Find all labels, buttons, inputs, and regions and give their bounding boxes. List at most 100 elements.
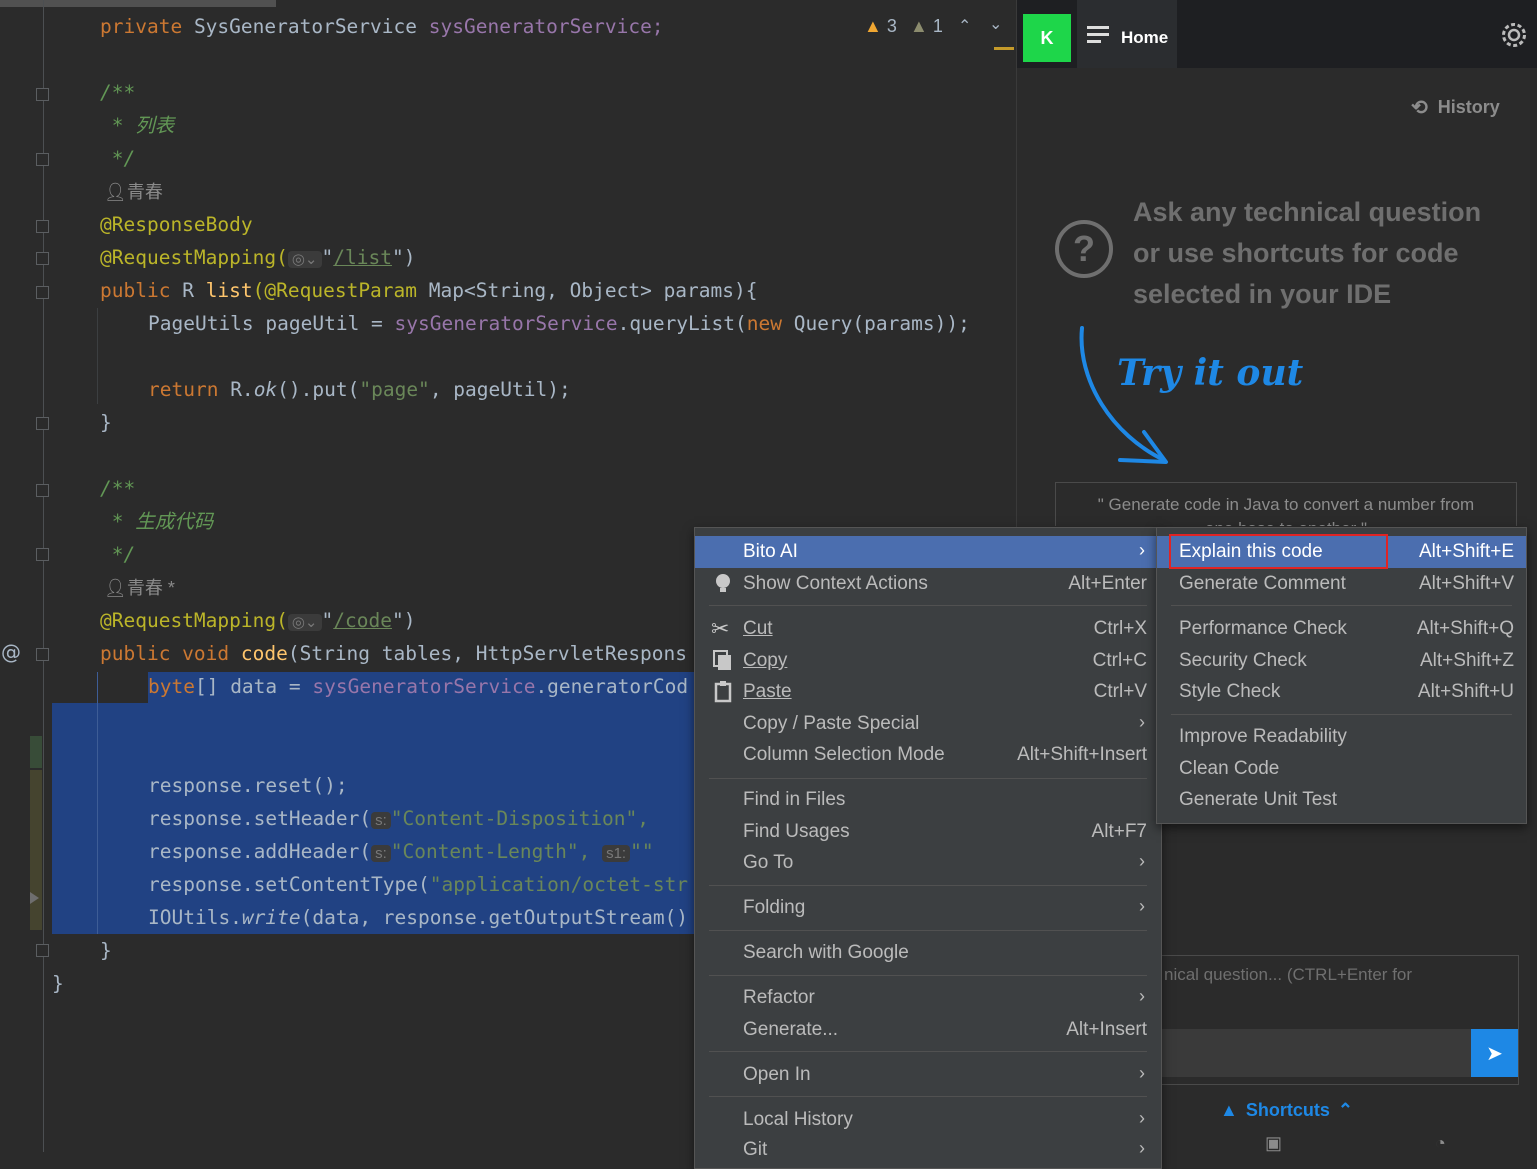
user-icon: 👤︎ bbox=[104, 182, 127, 202]
fold-marker[interactable] bbox=[36, 417, 49, 430]
chat-icon[interactable]: ▣ bbox=[1265, 1133, 1282, 1154]
indent-guide bbox=[97, 672, 98, 934]
fold-marker[interactable] bbox=[36, 88, 49, 101]
menu-divider bbox=[709, 975, 1147, 976]
gear-icon[interactable] bbox=[1500, 21, 1528, 49]
scissors-icon: ✂ bbox=[711, 616, 730, 641]
menu-item-find-in-files[interactable]: Find in Files bbox=[695, 784, 1161, 816]
menu-item-cut[interactable]: ✂ Cut Ctrl+X bbox=[695, 613, 1161, 645]
code-comment: * 生成代码 bbox=[100, 510, 214, 533]
editor-context-menu: Bito AI › Show Context Actions Alt+Enter ✂… bbox=[694, 527, 1162, 1169]
fold-marker[interactable] bbox=[36, 484, 49, 497]
chevron-right-icon: › bbox=[1139, 851, 1145, 871]
menu-item-bito-ai[interactable]: Bito AI › bbox=[695, 536, 1161, 568]
fold-marker[interactable] bbox=[36, 286, 49, 299]
arrow-illustration bbox=[1079, 326, 1168, 464]
home-tab[interactable]: Home bbox=[1077, 0, 1177, 68]
gauge-icon[interactable]: ◔ bbox=[1435, 1133, 1446, 1154]
menu-item-copy-paste-special[interactable]: Copy / Paste Special › bbox=[695, 708, 1161, 740]
menu-item-refactor[interactable]: Refactor › bbox=[695, 982, 1161, 1014]
menu-item-search-with-google[interactable]: Search with Google bbox=[695, 937, 1161, 969]
chevron-up-icon: ⌃ bbox=[1337, 1100, 1353, 1120]
shapes-icon: ▲ bbox=[1220, 1100, 1238, 1120]
chevron-right-icon: › bbox=[1139, 1063, 1145, 1083]
code-line: } bbox=[100, 411, 112, 434]
submenu-item-generate-comment[interactable]: Generate Comment Alt+Shift+V bbox=[1157, 568, 1526, 600]
menu-item-local-history[interactable]: Local History › bbox=[695, 1104, 1161, 1136]
warning-icon: ▲ bbox=[864, 16, 882, 36]
example-prompt[interactable]: " Generate code in Java to convert a num… bbox=[1055, 482, 1517, 526]
endpoint-link[interactable]: /list bbox=[333, 246, 392, 269]
menu-item-go-to[interactable]: Go To › bbox=[695, 847, 1161, 879]
indent-guide bbox=[97, 308, 98, 404]
code-line: return R.ok().put("page", pageUtil); bbox=[148, 378, 571, 401]
submenu-item-explain-this-code[interactable]: Explain this code Alt+Shift+E bbox=[1157, 534, 1526, 569]
submenu-item-security-check[interactable]: Security Check Alt+Shift+Z bbox=[1157, 645, 1526, 677]
menu-item-column-selection-mode[interactable]: Column Selection Mode Alt+Shift+Insert bbox=[695, 739, 1161, 771]
menu-divider bbox=[709, 1051, 1147, 1052]
endpoint-link[interactable]: /code bbox=[333, 609, 392, 632]
menu-item-git[interactable]: Git › bbox=[695, 1134, 1161, 1166]
weak-warning-count: 1 bbox=[932, 16, 943, 36]
gutter-divider bbox=[43, 0, 44, 1152]
menu-item-copy[interactable]: Copy Ctrl+C bbox=[695, 645, 1161, 677]
bito-ai-submenu: Explain this code Alt+Shift+E Generate Co… bbox=[1156, 527, 1527, 824]
fold-marker[interactable] bbox=[36, 252, 49, 265]
menu-item-folding[interactable]: Folding › bbox=[695, 892, 1161, 924]
fold-marker[interactable] bbox=[36, 548, 49, 561]
code-line: response.setContentType("application/oct… bbox=[148, 873, 689, 896]
author-annotation[interactable]: 👤︎青春 * bbox=[104, 572, 175, 605]
fold-marker[interactable] bbox=[36, 648, 49, 661]
prev-highlight-icon[interactable]: ⌃ bbox=[958, 16, 971, 36]
run-arrow-icon[interactable] bbox=[30, 892, 39, 904]
input-placeholder: nical question... (CTRL+Enter for bbox=[1164, 965, 1413, 984]
fold-marker[interactable] bbox=[36, 220, 49, 233]
menu-divider bbox=[1171, 605, 1512, 606]
next-highlight-icon[interactable]: ⌄ bbox=[989, 14, 1002, 34]
code-comment: */ bbox=[100, 147, 136, 170]
globe-icon[interactable]: ◎⌄ bbox=[287, 614, 322, 631]
author-annotation[interactable]: 👤︎青春 bbox=[104, 176, 163, 209]
try-it-out-label: Try it out bbox=[1117, 352, 1304, 394]
code-line: } bbox=[100, 939, 112, 962]
code-line: private SysGeneratorService sysGenerator… bbox=[100, 15, 664, 38]
globe-icon[interactable]: ◎⌄ bbox=[287, 251, 322, 268]
home-label: Home bbox=[1121, 28, 1169, 47]
submenu-item-generate-unit-test[interactable]: Generate Unit Test bbox=[1157, 784, 1526, 816]
menu-icon[interactable] bbox=[1087, 26, 1109, 43]
warning-count: 3 bbox=[886, 16, 897, 36]
user-avatar[interactable]: K bbox=[1023, 14, 1071, 62]
panel-header: K Home bbox=[1017, 0, 1537, 68]
input-bar bbox=[1158, 1029, 1518, 1077]
menu-item-open-in[interactable]: Open In › bbox=[695, 1059, 1161, 1091]
menu-divider bbox=[709, 1096, 1147, 1097]
submenu-item-performance-check[interactable]: Performance Check Alt+Shift+Q bbox=[1157, 613, 1526, 645]
fold-marker[interactable] bbox=[36, 944, 49, 957]
submenu-item-style-check[interactable]: Style Check Alt+Shift+U bbox=[1157, 676, 1526, 708]
menu-item-show-context-actions[interactable]: Show Context Actions Alt+Enter bbox=[695, 568, 1161, 600]
error-stripe-marker bbox=[994, 47, 1014, 50]
shortcuts-label: Shortcuts bbox=[1245, 1100, 1330, 1120]
submenu-item-clean-code[interactable]: Clean Code bbox=[1157, 753, 1526, 785]
chevron-right-icon: › bbox=[1139, 1108, 1145, 1128]
send-icon[interactable]: ➤ bbox=[1471, 1029, 1518, 1077]
code-comment: /** bbox=[100, 81, 136, 104]
history-button[interactable]: ⟲ History bbox=[1411, 95, 1500, 120]
code-line: PageUtils pageUtil = sysGeneratorService… bbox=[148, 312, 970, 335]
implementation-marker[interactable]: @ bbox=[1, 640, 21, 664]
warning-counter[interactable]: ▲ 3 bbox=[864, 16, 897, 37]
menu-item-generate[interactable]: Generate... Alt+Insert bbox=[695, 1014, 1161, 1046]
question-input[interactable]: nical question... (CTRL+Enter for ➤ bbox=[1157, 955, 1519, 1085]
menu-divider bbox=[709, 778, 1147, 779]
weak-warning-counter[interactable]: ▲ 1 bbox=[910, 16, 943, 37]
code-line: response.addHeader(s: "Content-Length", s… bbox=[148, 840, 654, 863]
submenu-item-improve-readability[interactable]: Improve Readability bbox=[1157, 721, 1526, 753]
fold-marker[interactable] bbox=[36, 153, 49, 166]
menu-item-find-usages[interactable]: Find Usages Alt+F7 bbox=[695, 816, 1161, 848]
shortcuts-toggle[interactable]: ▲ Shortcuts ⌃ bbox=[1220, 1100, 1353, 1121]
menu-item-paste[interactable]: Paste Ctrl+V bbox=[695, 676, 1161, 708]
copy-icon bbox=[711, 648, 735, 674]
history-icon: ⟲ bbox=[1411, 97, 1428, 119]
lightbulb-icon bbox=[711, 571, 735, 597]
change-marker bbox=[30, 736, 42, 768]
